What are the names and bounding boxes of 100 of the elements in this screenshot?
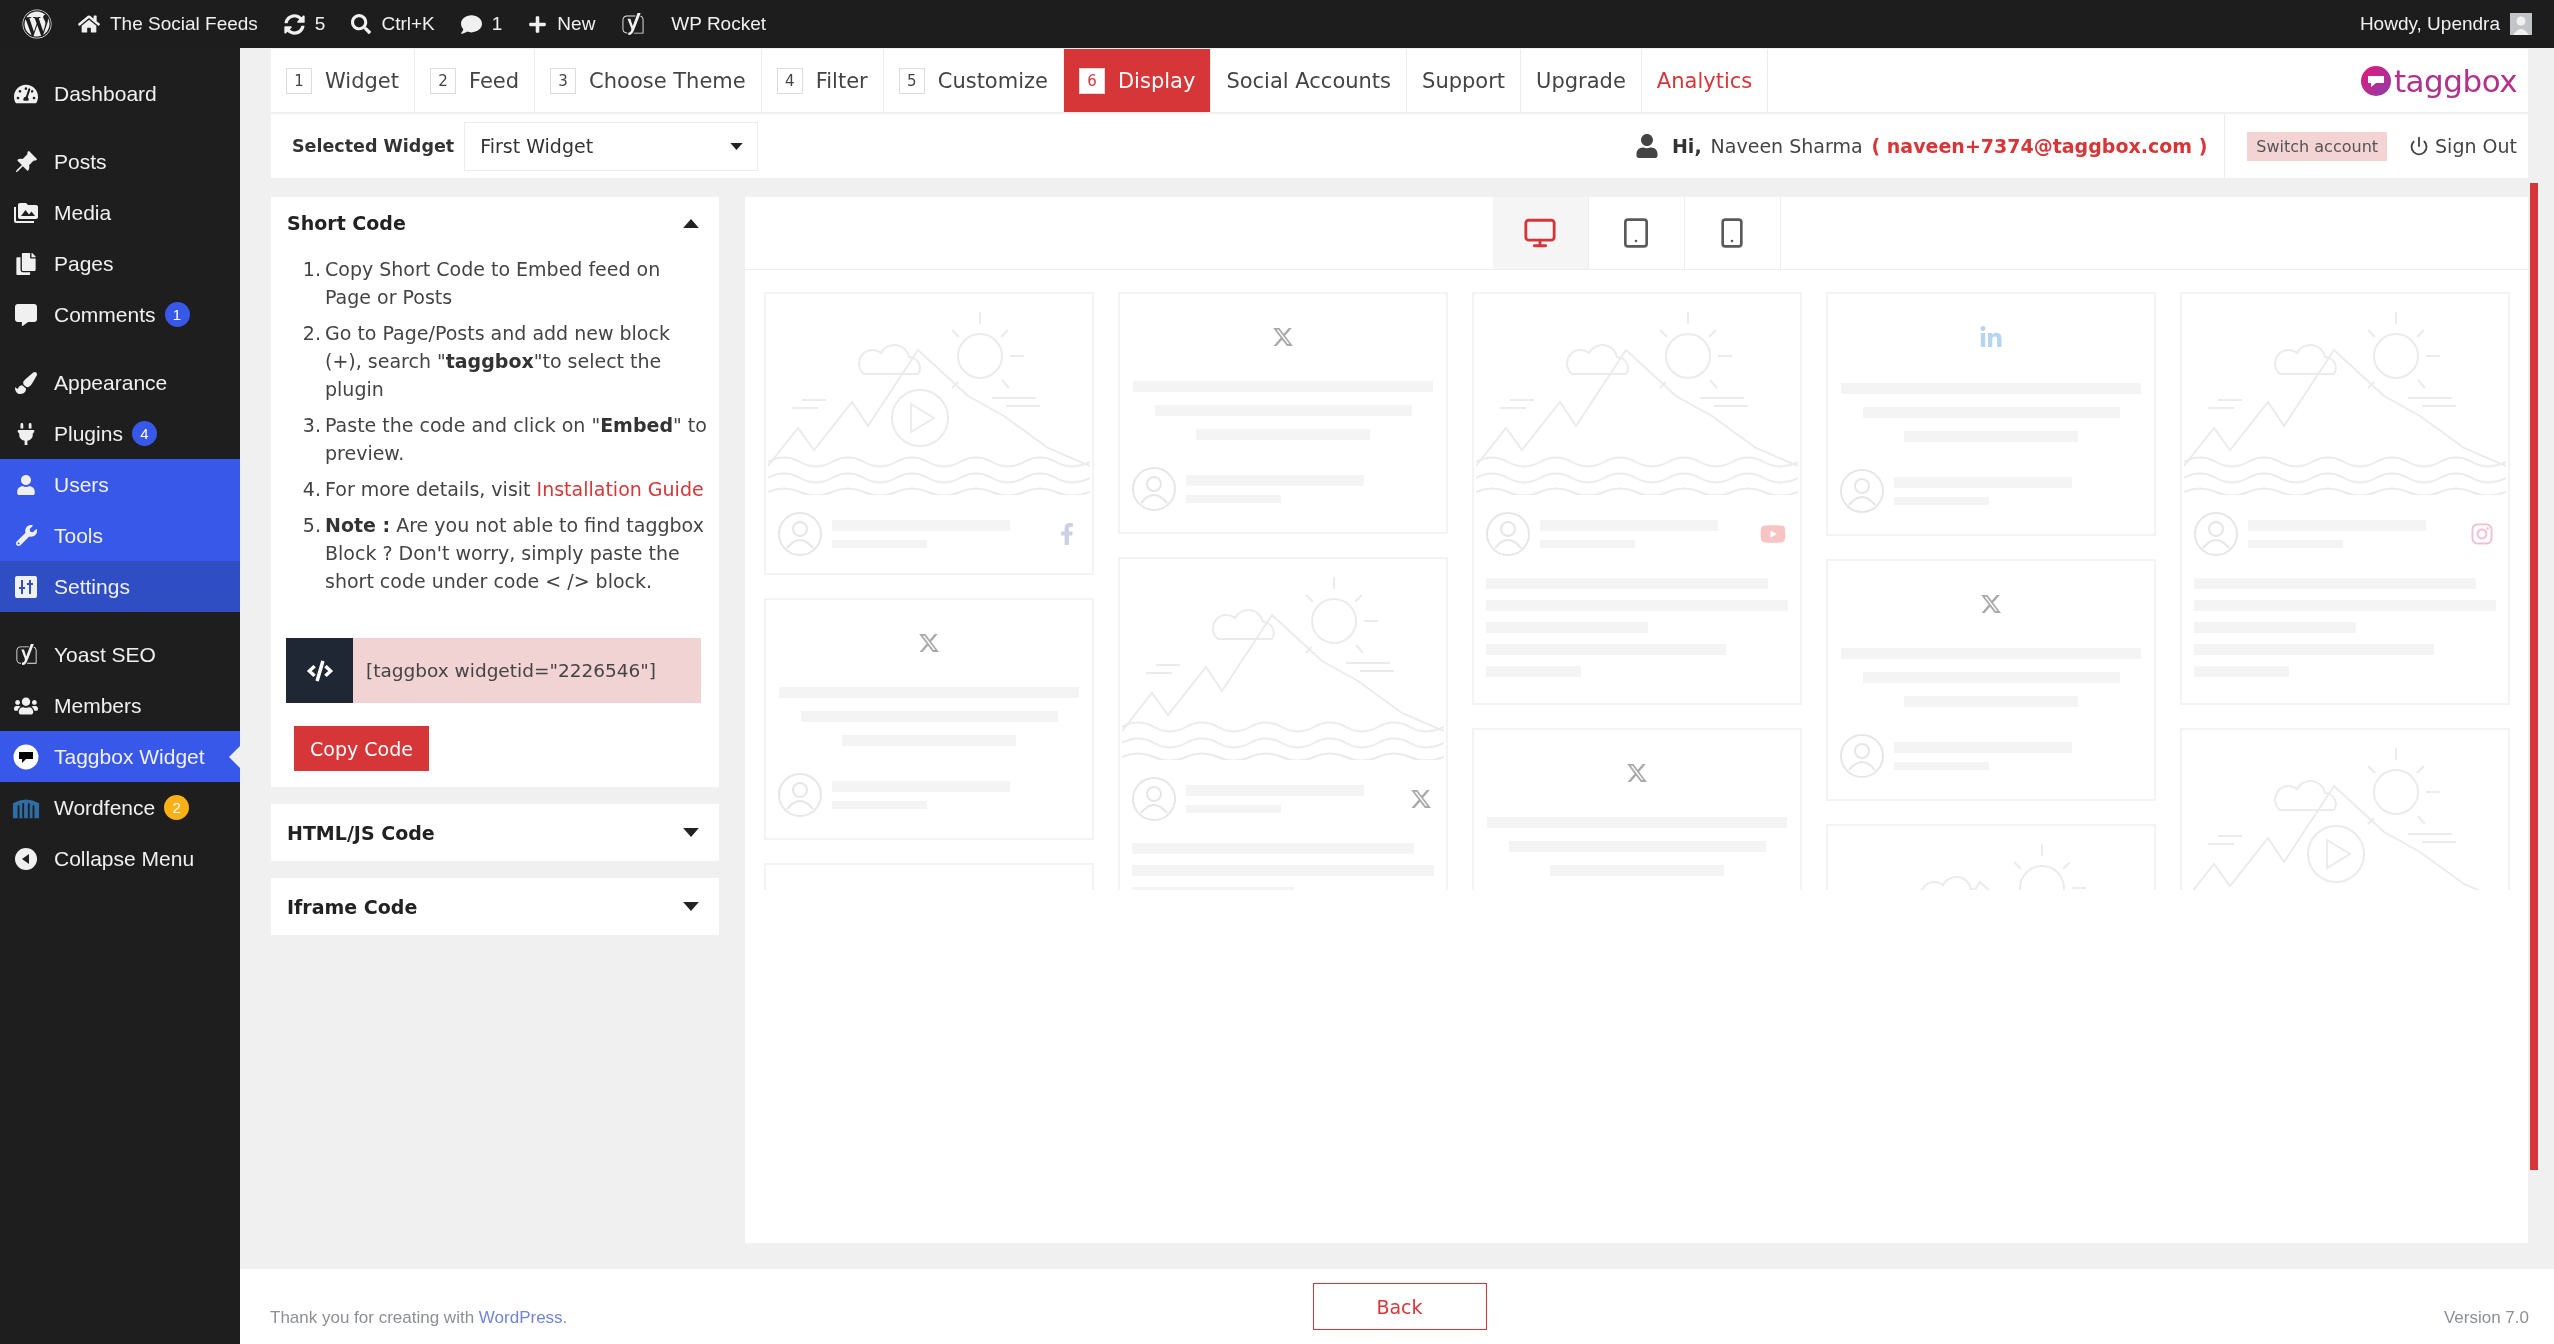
footer-credit-text: Thank you for creating with WordPress. — [270, 1307, 569, 1328]
x-logo-icon — [918, 632, 940, 654]
instruction-text: Note : Are you not able to find taggbox Block ? Don't worry, simply paste the short code under code < /> block. — [325, 513, 705, 594]
count-badge: 1 — [164, 302, 190, 327]
logo-icon — [2360, 65, 2391, 96]
user-name-text: Naveen Sharma — [1710, 135, 1863, 157]
caret-down-icon — [730, 142, 744, 150]
instruction-text: For more details, visit Installation Guide — [325, 477, 704, 502]
step-number: 6 — [1078, 67, 1105, 94]
plus-icon — [528, 14, 548, 34]
user-email-text: ( naveen+7374@taggbox.com ) — [1871, 135, 2208, 157]
avatar-placeholder-icon — [1132, 777, 1176, 821]
monitor-icon — [1523, 216, 1557, 250]
avatar-placeholder-icon — [1486, 512, 1530, 556]
installation-guide-link[interactable]: Installation Guide — [536, 478, 704, 500]
instruction-text: Go to Page/Posts and add new block (+), search "taggbox"to select the plugin — [325, 321, 671, 402]
count-badge: 4 — [131, 421, 157, 446]
instruction-text: Paste the code and click on "Embed" to preview. — [325, 413, 708, 466]
step-tab[interactable]: 2 Feed — [414, 49, 536, 112]
sidebar-menu-item[interactable]: Pages — [0, 238, 240, 289]
speech-bubble-icon — [15, 303, 37, 326]
user-icon — [16, 474, 36, 495]
device-view-button[interactable] — [1492, 197, 1589, 269]
sidebar-menu-item[interactable]: Settings — [0, 561, 240, 612]
nav-link[interactable]: Support — [1407, 49, 1522, 112]
site-name-link[interactable]: The Social Feeds — [65, 0, 271, 48]
comments-link[interactable]: 1 — [447, 0, 516, 48]
step-tab[interactable]: 4 Filter — [761, 49, 884, 112]
step-number: 5. — [301, 513, 321, 538]
nav-link[interactable]: Social Accounts — [1211, 49, 1408, 112]
sidebar-menu-item[interactable]: Tools — [0, 510, 240, 561]
x-logo-icon — [1410, 788, 1432, 810]
sidebar-menu-item[interactable]: Users — [0, 459, 240, 510]
user-icon — [1634, 134, 1659, 158]
step-number: 1. — [301, 257, 321, 282]
nav-link[interactable]: Upgrade — [1521, 49, 1642, 112]
step-number: 2 — [429, 67, 456, 94]
avatar-placeholder-icon — [778, 512, 822, 556]
sign-out-button[interactable]: Sign Out — [2409, 135, 2517, 157]
back-button[interactable]: Back — [1312, 1283, 1487, 1330]
x-logo-icon — [1626, 762, 1648, 784]
caret-down-icon — [683, 828, 699, 837]
linkedin-icon — [1979, 326, 2003, 350]
avatar-placeholder-icon — [1132, 467, 1176, 511]
step-tab[interactable]: 5 Customize — [883, 49, 1064, 112]
new-content-link[interactable]: New — [515, 0, 609, 48]
step-number: 5 — [898, 67, 925, 94]
step-tab[interactable]: 3 Choose Theme — [535, 49, 762, 112]
avatar-icon — [2510, 13, 2532, 35]
step-tab[interactable]: 6 Display — [1063, 49, 1212, 112]
sidebar-menu-item[interactable]: Collapse Menu — [0, 833, 240, 884]
sliders-icon — [15, 575, 37, 598]
wordpress-link[interactable]: WordPress — [478, 1307, 563, 1327]
paintbrush-icon — [15, 371, 37, 394]
sidebar-menu-item[interactable]: Media — [0, 187, 240, 238]
sidebar-menu-item[interactable]: Yoast SEO — [0, 629, 240, 680]
caret-up-icon — [683, 218, 699, 228]
step-number: 2. — [301, 321, 321, 346]
sidebar-menu-item[interactable]: Taggbox Widget — [0, 731, 240, 782]
switch-account-button[interactable]: Switch account — [2247, 131, 2388, 161]
sidebar-menu-item[interactable]: Appearance — [0, 357, 240, 408]
search-link[interactable]: Ctrl+K — [338, 0, 448, 48]
y-logo-icon[interactable] — [621, 12, 646, 36]
power-icon — [2409, 136, 2430, 156]
greeting-text: Hi, — [1671, 135, 1702, 157]
refresh-icon — [283, 13, 305, 35]
sidebar-menu-item[interactable]: Members — [0, 680, 240, 731]
x-logo-icon — [1272, 326, 1294, 348]
nav-link[interactable]: Analytics — [1641, 49, 1769, 112]
version-text: Version 7.0 — [2443, 1307, 2529, 1328]
scrollbar-thumb[interactable] — [2530, 183, 2538, 1170]
instagram-icon — [2470, 522, 2494, 546]
step-tab[interactable]: 1 Widget — [271, 49, 415, 112]
avatar-placeholder-icon — [1840, 469, 1884, 513]
wrench-icon — [15, 525, 37, 546]
sidebar-menu-item[interactable]: Dashboard — [0, 68, 240, 119]
account-menu-link[interactable]: Howdy, Upendra — [2346, 0, 2545, 48]
avatar-placeholder-icon — [778, 773, 822, 817]
avatar-placeholder-icon — [2194, 512, 2238, 556]
sidebar-menu-item[interactable]: Wordfence 2 — [0, 782, 240, 833]
updates-link[interactable]: 5 — [270, 0, 339, 48]
plugin-menu-link[interactable]: WP Rocket — [658, 0, 780, 48]
w-logo-icon[interactable] — [22, 9, 52, 39]
step-number: 3. — [301, 413, 321, 438]
copy-code-button[interactable]: Copy Code — [294, 726, 429, 771]
sidebar-menu-item[interactable]: Comments 1 — [0, 289, 240, 340]
speech-bubble-icon — [460, 13, 482, 35]
photos-icon — [14, 200, 38, 225]
shortcode-text: [taggbox widgetid="2226546"] — [353, 638, 701, 703]
step-number: 4. — [301, 477, 321, 502]
documents-icon — [15, 252, 37, 275]
pushpin-icon — [14, 149, 38, 174]
sidebar-menu-item[interactable]: Plugins 4 — [0, 408, 240, 459]
search-icon — [351, 14, 372, 34]
avatar-placeholder-icon — [1840, 734, 1884, 778]
caret-down-icon — [683, 902, 699, 911]
step-number: 4 — [776, 67, 803, 94]
sidebar-menu-item[interactable]: Posts — [0, 136, 240, 187]
code-icon — [286, 638, 353, 703]
widget-select[interactable]: First Widget — [464, 121, 759, 171]
